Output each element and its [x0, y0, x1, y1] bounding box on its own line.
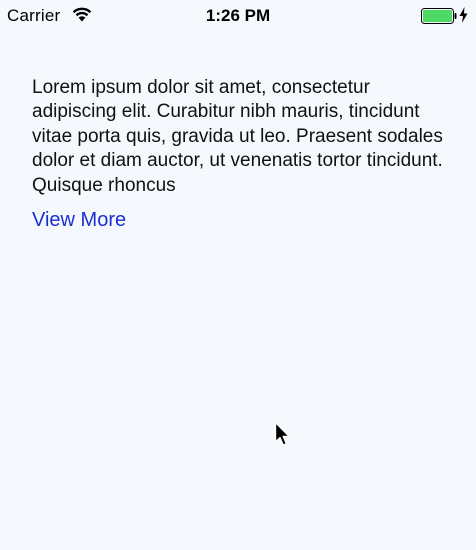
mouse-pointer-icon	[274, 421, 290, 446]
charging-bolt-icon	[459, 7, 468, 23]
body-text: Lorem ipsum dolor sit amet, consectetur …	[32, 77, 443, 196]
clock: 1:26 PM	[205, 6, 271, 25]
battery-icon	[421, 8, 457, 24]
content-area: Lorem ipsum dolor sit amet, consectetur …	[32, 76, 452, 232]
status-bar: Carrier 1:26 PM	[0, 0, 476, 32]
view-more-link[interactable]: View More	[32, 209, 126, 232]
